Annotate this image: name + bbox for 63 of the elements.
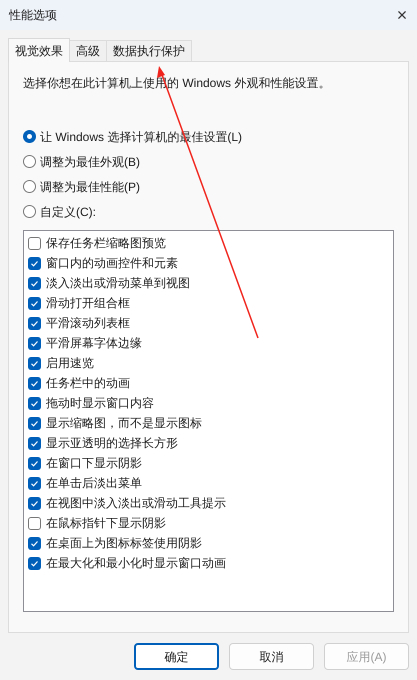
checkbox[interactable] <box>28 516 41 530</box>
tab[interactable]: 高级 <box>70 40 107 61</box>
checkbox-label: 平滑滚动列表框 <box>46 315 130 332</box>
checkbox-label: 启用速览 <box>46 355 94 372</box>
checkbox[interactable] <box>28 476 41 490</box>
tab[interactable]: 视觉效果 <box>8 38 70 62</box>
checkbox-label: 滑动打开组合框 <box>46 295 130 312</box>
radio-button[interactable] <box>23 155 36 168</box>
check-icon <box>30 278 39 288</box>
radio-label: 自定义(C): <box>40 204 96 220</box>
radio-label: 调整为最佳外观(B) <box>40 154 140 170</box>
window-title: 性能选项 <box>9 7 57 24</box>
checkbox-label: 在窗口下显示阴影 <box>46 455 142 472</box>
dialog-button[interactable]: 确定 <box>134 643 219 670</box>
check-icon <box>30 438 39 448</box>
checkbox-label: 在单击后淡出菜单 <box>46 475 142 492</box>
check-icon <box>30 558 39 568</box>
check-icon <box>30 378 39 388</box>
checkbox[interactable] <box>28 236 41 250</box>
radio-label: 调整为最佳性能(P) <box>40 178 140 196</box>
check-icon <box>30 338 39 348</box>
checkbox-label: 在视图中淡入淡出或滑动工具提示 <box>46 495 226 512</box>
checkbox-label: 拖动时显示窗口内容 <box>46 395 154 412</box>
checkbox[interactable] <box>28 496 41 510</box>
check-icon <box>30 298 39 308</box>
checkbox[interactable] <box>28 556 41 570</box>
radio-button[interactable] <box>23 180 36 193</box>
tab[interactable]: 数据执行保护 <box>107 40 192 61</box>
radio-button[interactable] <box>23 130 36 143</box>
checkbox[interactable] <box>28 356 41 370</box>
checkbox-label: 淡入淡出或滑动菜单到视图 <box>46 275 190 292</box>
checkbox-label: 显示缩略图，而不是显示图标 <box>46 415 202 432</box>
check-icon <box>30 318 39 328</box>
close-button[interactable]: × <box>387 0 417 30</box>
checkbox[interactable] <box>28 436 41 450</box>
checkbox-label: 在最大化和最小化时显示窗口动画 <box>46 555 226 572</box>
dialog-button[interactable]: 取消 <box>229 643 314 670</box>
checkbox-label: 保存任务栏缩略图预览 <box>46 235 166 252</box>
checkbox-label: 任务栏中的动画 <box>46 375 130 392</box>
check-icon <box>30 258 39 268</box>
checkbox[interactable] <box>28 316 41 330</box>
checkbox[interactable] <box>28 336 41 350</box>
checkbox[interactable] <box>28 396 41 410</box>
check-icon <box>30 538 39 548</box>
check-icon <box>30 478 39 488</box>
checkbox-label: 在桌面上为图标标签使用阴影 <box>46 535 202 552</box>
checkbox-label: 窗口内的动画控件和元素 <box>46 255 178 272</box>
checkbox[interactable] <box>28 276 41 290</box>
checkbox-label: 在鼠标指针下显示阴影 <box>46 515 166 532</box>
checkbox[interactable] <box>28 376 41 390</box>
check-icon <box>30 418 39 428</box>
checkbox[interactable] <box>28 416 41 430</box>
checkbox[interactable] <box>28 536 41 550</box>
check-icon <box>30 458 39 468</box>
checkbox[interactable] <box>28 256 41 270</box>
checkbox[interactable] <box>28 456 41 470</box>
check-icon <box>30 498 39 508</box>
checkbox-label: 显示亚透明的选择长方形 <box>46 435 178 452</box>
radio-button[interactable] <box>23 205 36 218</box>
check-icon <box>30 398 39 408</box>
checkbox-label: 平滑屏幕字体边缘 <box>46 335 142 352</box>
check-icon <box>30 358 39 368</box>
checkbox[interactable] <box>28 296 41 310</box>
